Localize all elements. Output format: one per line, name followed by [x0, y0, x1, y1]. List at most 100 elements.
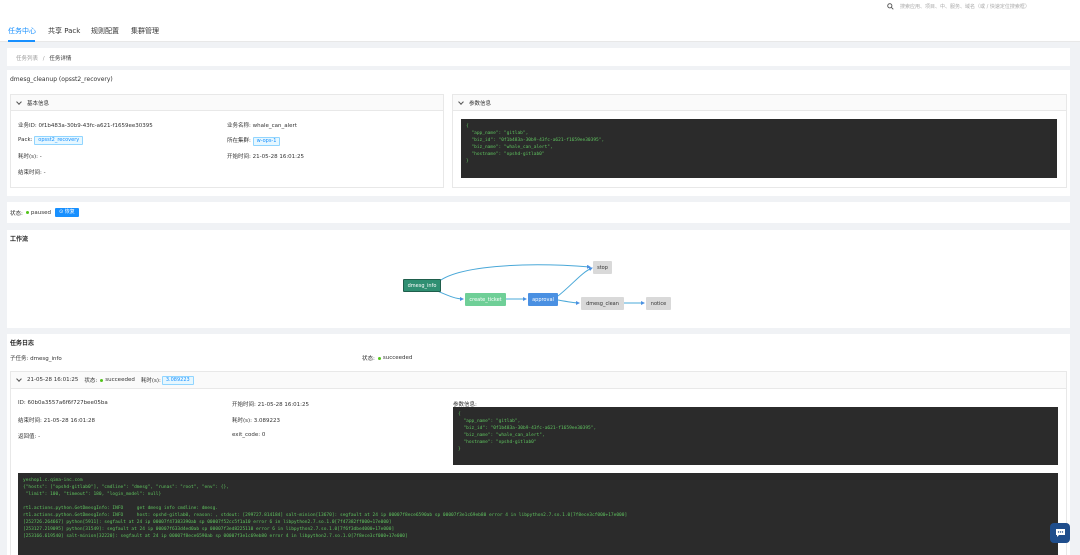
run-duration-label: 耗时(s): [140, 378, 161, 384]
task-title: dmesg_cleanup (opsst2_recovery) [10, 76, 113, 83]
duration-label: 耗时(s): [18, 154, 39, 160]
biz-name-field: 业务名称: whale_can_alert [227, 121, 297, 129]
run-id-label: ID: [18, 400, 26, 406]
run-end-value: 21-05-28 16:01:28 [43, 418, 96, 424]
run-dur-value: 3.089223 [253, 418, 281, 424]
task-log-panel: 任务日志 子任务: dmesg_info 状态: succeeded 21-05-… [7, 334, 1070, 555]
run-exit-value: 0 [261, 432, 266, 438]
chat-button[interactable] [1050, 523, 1070, 543]
search-icon[interactable] [887, 3, 894, 10]
breadcrumb-bar: 任务列表 / 任务详情 [7, 48, 1070, 66]
biz-id-field: 业务ID: 0f1b483a-30b9-43fc-a621-f1659ee303… [18, 121, 153, 129]
run-ret-label: 返回值: [18, 434, 37, 440]
basic-info-header[interactable]: 基本信息 [11, 95, 443, 111]
run-status-label: 状态: [84, 378, 98, 384]
run-start-value: 21-05-28 16:01:25 [257, 402, 310, 408]
end-time-label: 结束时间: [18, 170, 42, 176]
duration-field: 耗时(s): - [18, 152, 42, 160]
run-card: 21-05-28 16:01:25 状态: succeeded 耗时(s): 3… [10, 371, 1067, 555]
status-dot [377, 356, 381, 360]
play-circle-icon: ⊙ [58, 209, 64, 215]
active-tab-indicator [8, 40, 35, 42]
run-dur-label: 耗时(s): [232, 418, 253, 424]
status-dot [25, 211, 29, 214]
run-output-log: yeshop1.c.qima-inc.com {"hosts": ["opshd… [18, 473, 1058, 555]
search-input[interactable]: 搜索应用、项目、中、服务、域名（或 / 快速定位搜索框） [900, 3, 1060, 10]
workflow-node-create-ticket[interactable]: create_ticket [465, 293, 506, 306]
status-field: 状态: paused ⊙ 恢复 [10, 208, 79, 217]
workflow-node-dmesg-clean[interactable]: dmesg_clean [581, 297, 624, 310]
run-status: succeeded [97, 377, 135, 383]
task-info-panel: dmesg_cleanup (opsst2_recovery) 基本信息 业务I… [7, 70, 1070, 196]
run-id-field: ID: 60b0a3557a6f6f727bee05ba [18, 400, 108, 406]
tab-task-center[interactable]: 任务中心 [8, 26, 36, 36]
workflow-node-dmesg-info[interactable]: dmesg_info [403, 279, 441, 292]
basic-info-card: 基本信息 业务ID: 0f1b483a-30b9-43fc-a621-f1659… [10, 94, 444, 188]
subtask-value: dmesg_info [30, 356, 62, 362]
run-start-label: 开始时间: [232, 402, 256, 408]
biz-name-label: 业务名称: [227, 123, 251, 129]
basic-info-title: 基本信息 [27, 100, 50, 107]
tab-cluster-manage[interactable]: 集群管理 [131, 26, 159, 36]
status-dot [100, 378, 104, 382]
chevron-down-icon[interactable] [458, 98, 464, 105]
biz-id-label: 业务ID: [18, 123, 37, 129]
run-ret-field: 返回值: - [18, 432, 40, 440]
pack-tag: opsst2_recovery [34, 136, 84, 145]
breadcrumb-separator: / [42, 56, 45, 62]
end-time-value: - [43, 170, 46, 176]
subtask-label: 子任务: [10, 356, 29, 362]
top-bar: 搜索应用、项目、中、服务、域名（或 / 快速定位搜索框） [0, 0, 1080, 18]
global-search[interactable]: 搜索应用、项目、中、服务、域名（或 / 快速定位搜索框） [887, 3, 1060, 10]
workflow-node-stop[interactable]: stop [593, 261, 612, 274]
end-time-field: 结束时间: - [18, 168, 46, 176]
run-ret-value: - [38, 434, 41, 440]
subtask-status-field: 状态: succeeded [362, 354, 412, 362]
cluster-field: 所在集群: w-ops-1 [227, 136, 281, 146]
biz-name-value: whale_can_alert [252, 123, 297, 129]
chevron-down-icon[interactable] [16, 376, 22, 382]
workflow-node-notice[interactable]: notice [646, 297, 671, 310]
subtask-status-value: succeeded [382, 355, 413, 361]
run-end-label: 结束时间: [18, 418, 42, 424]
status-bar: 状态: paused ⊙ 恢复 [7, 202, 1070, 223]
run-header[interactable]: 21-05-28 16:01:25 状态: succeeded 耗时(s): 3… [11, 372, 1066, 389]
params-card: 参数信息 { "app_name": "gitlab", "biz_id": "… [452, 94, 1067, 188]
status-value: paused [30, 209, 51, 216]
cluster-label: 所在集群: [227, 138, 251, 144]
tab-rule-config[interactable]: 规则配置 [91, 26, 119, 36]
run-exit-field: exit_code: 0 [232, 432, 265, 438]
duration-value: - [39, 154, 42, 160]
run-exit-label: exit_code: [232, 432, 261, 438]
workflow-node-approval[interactable]: approval [528, 293, 558, 306]
resume-label: 恢复 [64, 209, 75, 215]
run-time: 21-05-28 16:01:25 [27, 377, 79, 383]
subtask-field: 子任务: dmesg_info [10, 354, 62, 362]
pack-label: Pack: [18, 137, 33, 143]
breadcrumb: 任务列表 / 任务详情 [16, 54, 71, 62]
workflow-panel: 工作流 dmesg_info create_ticket approval st… [7, 230, 1070, 328]
tab-shared-pack[interactable]: 共享 Pack [48, 26, 80, 36]
run-params-code-block: { "app_name": "gitlab", "biz_id": "0f1b4… [453, 407, 1058, 465]
breadcrumb-task-list[interactable]: 任务列表 [16, 56, 38, 62]
cluster-tag: w-ops-1 [252, 137, 281, 146]
subtask-status-label: 状态: [362, 356, 375, 362]
run-start-field: 开始时间: 21-05-28 16:01:25 [232, 400, 309, 408]
workflow-edges [434, 264, 645, 305]
chevron-down-icon[interactable] [16, 98, 22, 105]
params-header[interactable]: 参数信息 [453, 95, 1066, 111]
task-log-title: 任务日志 [10, 340, 35, 347]
edge-approval-to-stop [557, 267, 593, 297]
breadcrumb-current: 任务详情 [49, 56, 72, 62]
chat-bubble-icon [1055, 529, 1065, 537]
run-end-field: 结束时间: 21-05-28 16:01:28 [18, 416, 95, 424]
edge-approval-to-clean [557, 299, 580, 305]
start-time-label: 开始时间: [227, 154, 251, 160]
pack-field: Pack: opsst2_recovery [18, 136, 84, 145]
resume-button[interactable]: ⊙ 恢复 [54, 208, 79, 217]
edge-dmesg-to-stop [434, 264, 591, 286]
run-duration-tag: 3.089223 [161, 375, 194, 385]
run-dur-field: 耗时(s): 3.089223 [232, 416, 280, 424]
start-time-value: 21-05-28 16:01:25 [252, 154, 305, 160]
run-status-value: succeeded [105, 377, 135, 383]
